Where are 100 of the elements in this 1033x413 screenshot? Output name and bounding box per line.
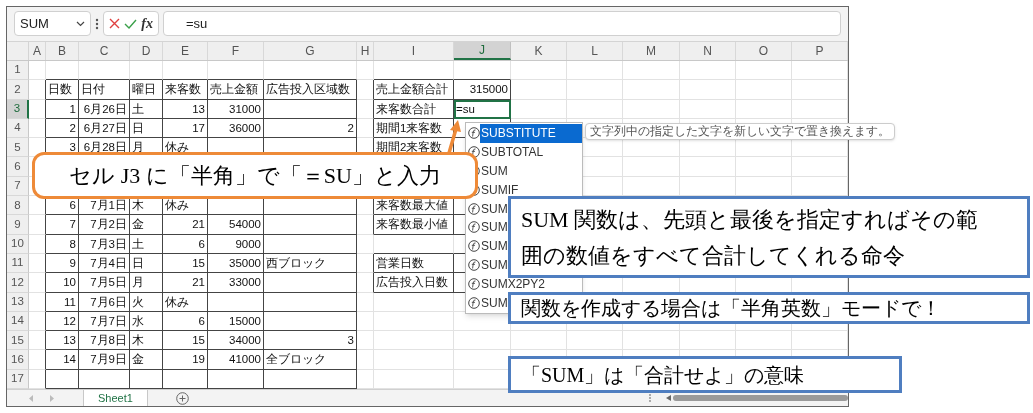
- empty-cell: [29, 311, 46, 332]
- function-icon: [468, 240, 480, 253]
- table-cell: 6: [163, 234, 208, 254]
- empty-cell: [680, 99, 736, 119]
- empty-cell: [454, 331, 511, 351]
- empty-cell: [46, 60, 79, 81]
- row-header[interactable]: 15: [7, 331, 29, 351]
- empty-cell: [29, 273, 46, 293]
- empty-cell: [792, 60, 848, 81]
- column-header[interactable]: K: [511, 41, 567, 60]
- row-header[interactable]: 10: [7, 234, 29, 254]
- column-header[interactable]: N: [680, 41, 736, 60]
- insert-function-button[interactable]: fx: [141, 16, 153, 31]
- empty-cell: [357, 253, 374, 274]
- table-cell: 来客数最小値: [374, 215, 454, 235]
- check-icon[interactable]: [124, 18, 138, 29]
- next-sheet-icon[interactable]: [50, 394, 55, 402]
- row-header[interactable]: 4: [7, 118, 29, 139]
- empty-cell: [736, 80, 792, 100]
- autocomplete-item[interactable]: SUM: [480, 161, 508, 181]
- autocomplete-item[interactable]: SUBSTITUTE: [480, 124, 582, 143]
- table-cell: 曜日: [130, 80, 163, 100]
- scroll-bar[interactable]: [648, 393, 848, 403]
- cancel-icon[interactable]: [109, 18, 121, 30]
- row-header[interactable]: 8: [7, 196, 29, 216]
- column-header[interactable]: P: [792, 41, 848, 60]
- row-header[interactable]: 2: [7, 80, 29, 100]
- table-cell: 広告投入区域数: [264, 80, 357, 100]
- table-cell: 15000: [208, 311, 264, 332]
- empty-cell: [736, 157, 792, 177]
- add-sheet-icon[interactable]: [175, 391, 189, 405]
- empty-cell: [29, 331, 46, 351]
- autocomplete-item[interactable]: SUM: [480, 236, 508, 256]
- formula-field[interactable]: =su: [163, 11, 841, 37]
- arrow: [446, 119, 464, 155]
- row-header[interactable]: 3: [7, 99, 29, 119]
- autocomplete-item[interactable]: SUM: [480, 199, 508, 218]
- empty-cell: [29, 253, 46, 274]
- name-box[interactable]: SUM: [14, 11, 91, 37]
- column-header[interactable]: H: [357, 41, 374, 60]
- table-cell: 31000: [208, 99, 264, 119]
- autocomplete-item[interactable]: SUM: [480, 293, 508, 312]
- table-cell: 営業日数: [374, 253, 454, 274]
- empty-cell: [208, 292, 264, 312]
- empty-cell: [736, 99, 792, 119]
- empty-cell: [680, 80, 736, 100]
- row-header[interactable]: 13: [7, 292, 29, 312]
- row-header[interactable]: 14: [7, 311, 29, 332]
- row-header[interactable]: 12: [7, 273, 29, 293]
- empty-cell: [357, 80, 374, 100]
- caret-icon: [76, 20, 85, 27]
- table-cell: 売上金額合計: [374, 80, 454, 100]
- function-icon: [468, 127, 480, 140]
- instruction-callout: セル J3 に「半角」で「＝SU」と入力: [32, 152, 478, 199]
- empty-cell: [567, 80, 623, 100]
- empty-cell: [736, 60, 792, 81]
- row-header[interactable]: 5: [7, 138, 29, 158]
- column-header[interactable]: L: [567, 41, 623, 60]
- row-header[interactable]: 7: [7, 176, 29, 197]
- table-cell: 15: [163, 253, 208, 274]
- empty-cell: [163, 60, 208, 81]
- column-header[interactable]: C: [79, 41, 130, 60]
- table-cell: 木: [130, 331, 163, 351]
- row-header[interactable]: 11: [7, 253, 29, 274]
- column-header[interactable]: G: [264, 41, 357, 60]
- column-header[interactable]: E: [163, 41, 208, 60]
- autocomplete-item[interactable]: SUM: [480, 218, 508, 237]
- row-header[interactable]: 16: [7, 350, 29, 370]
- more-icon[interactable]: [95, 17, 99, 30]
- column-header[interactable]: F: [208, 41, 264, 60]
- empty-cell: [29, 60, 46, 81]
- empty-cell: [29, 215, 46, 235]
- column-header[interactable]: D: [130, 41, 163, 60]
- table-cell: 売上金額: [208, 80, 264, 100]
- function-icon: [468, 202, 480, 215]
- empty-cell: [357, 311, 374, 332]
- empty-cell: [29, 80, 46, 100]
- row-header[interactable]: 9: [7, 215, 29, 235]
- column-header[interactable]: B: [46, 41, 79, 60]
- table-cell: 9: [46, 253, 79, 274]
- table-cell: 7月8日: [79, 331, 130, 351]
- table-cell: 日: [130, 118, 163, 139]
- empty-cell: [208, 60, 264, 81]
- row-header[interactable]: 1: [7, 60, 29, 81]
- table-cell: 41000: [208, 350, 264, 370]
- column-header[interactable]: M: [623, 41, 680, 60]
- table-cell: 13: [163, 99, 208, 119]
- sheet-tab[interactable]: Sheet1: [83, 390, 148, 406]
- row-header[interactable]: 17: [7, 369, 29, 389]
- autocomplete-item[interactable]: SUM: [480, 255, 508, 275]
- empty-cell: [29, 118, 46, 139]
- autocomplete-item[interactable]: SUBTOTAL: [480, 142, 544, 162]
- empty-cell: [357, 60, 374, 81]
- previous-sheet-icon[interactable]: [29, 394, 34, 402]
- column-header[interactable]: O: [736, 41, 792, 60]
- column-header[interactable]: A: [29, 41, 46, 60]
- table-cell: 西ブロック: [264, 253, 357, 274]
- table-cell: 広告投入日数: [374, 273, 454, 293]
- table-cell: 日: [130, 253, 163, 274]
- row-header[interactable]: 6: [7, 157, 29, 177]
